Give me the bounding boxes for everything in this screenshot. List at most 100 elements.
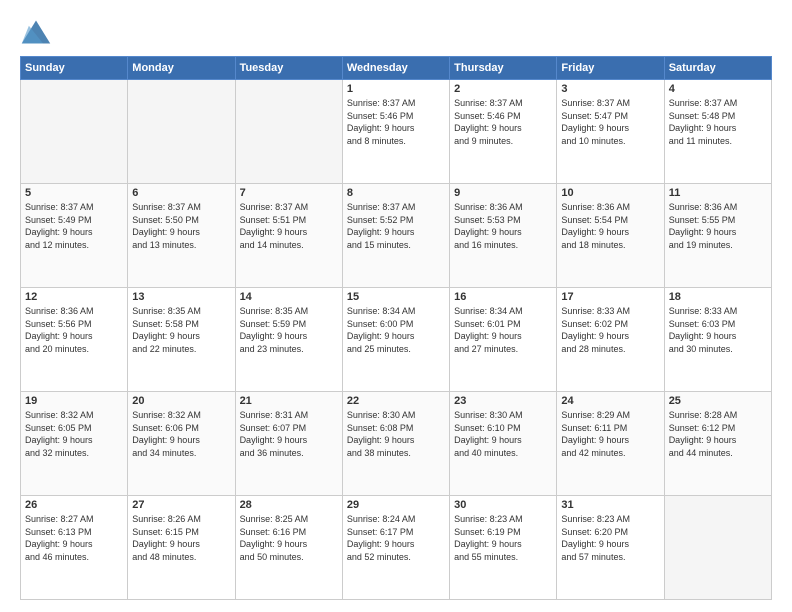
weekday-wednesday: Wednesday xyxy=(342,57,449,80)
day-number: 20 xyxy=(132,395,230,407)
day-number: 1 xyxy=(347,83,445,95)
calendar-cell: 19 Sunrise: 8:32 AM Sunset: 6:05 PM Dayli… xyxy=(21,392,128,496)
calendar-cell: 29 Sunrise: 8:24 AM Sunset: 6:17 PM Dayli… xyxy=(342,496,449,600)
weekday-thursday: Thursday xyxy=(450,57,557,80)
day-number: 26 xyxy=(25,499,123,511)
day-info: Sunrise: 8:27 AM Sunset: 6:13 PM Dayligh… xyxy=(25,513,123,563)
weekday-saturday: Saturday xyxy=(664,57,771,80)
calendar-table: SundayMondayTuesdayWednesdayThursdayFrid… xyxy=(20,56,772,600)
calendar-cell xyxy=(21,80,128,184)
calendar-cell: 25 Sunrise: 8:28 AM Sunset: 6:12 PM Dayli… xyxy=(664,392,771,496)
day-number: 29 xyxy=(347,499,445,511)
day-number: 18 xyxy=(669,291,767,303)
day-info: Sunrise: 8:31 AM Sunset: 6:07 PM Dayligh… xyxy=(240,409,338,459)
header xyxy=(20,18,772,46)
day-number: 30 xyxy=(454,499,552,511)
day-number: 6 xyxy=(132,187,230,199)
day-number: 25 xyxy=(669,395,767,407)
calendar-cell: 4 Sunrise: 8:37 AM Sunset: 5:48 PM Daylig… xyxy=(664,80,771,184)
weekday-header-row: SundayMondayTuesdayWednesdayThursdayFrid… xyxy=(21,57,772,80)
calendar-cell: 22Sunrise: 8:30 AM Sunset: 6:08 PM Dayli… xyxy=(342,392,449,496)
week-row-5: 26 Sunrise: 8:27 AM Sunset: 6:13 PM Dayli… xyxy=(21,496,772,600)
calendar-cell: 6 Sunrise: 8:37 AM Sunset: 5:50 PM Daylig… xyxy=(128,184,235,288)
day-number: 31 xyxy=(561,499,659,511)
calendar-cell: 28 Sunrise: 8:25 AM Sunset: 6:16 PM Dayli… xyxy=(235,496,342,600)
calendar-cell xyxy=(235,80,342,184)
day-info: Sunrise: 8:29 AM Sunset: 6:11 PM Dayligh… xyxy=(561,409,659,459)
day-info: Sunrise: 8:37 AM Sunset: 5:52 PM Dayligh… xyxy=(347,201,445,251)
calendar-cell xyxy=(128,80,235,184)
calendar-cell: 17Sunrise: 8:33 AM Sunset: 6:02 PM Dayli… xyxy=(557,288,664,392)
day-info: Sunrise: 8:26 AM Sunset: 6:15 PM Dayligh… xyxy=(132,513,230,563)
day-info: Sunrise: 8:37 AM Sunset: 5:47 PM Dayligh… xyxy=(561,97,659,147)
day-info: Sunrise: 8:37 AM Sunset: 5:48 PM Dayligh… xyxy=(669,97,767,147)
calendar-cell: 21 Sunrise: 8:31 AM Sunset: 6:07 PM Dayli… xyxy=(235,392,342,496)
day-number: 17 xyxy=(561,291,659,303)
day-number: 2 xyxy=(454,83,552,95)
day-info: Sunrise: 8:36 AM Sunset: 5:54 PM Dayligh… xyxy=(561,201,659,251)
day-number: 4 xyxy=(669,83,767,95)
calendar-cell: 24 Sunrise: 8:29 AM Sunset: 6:11 PM Dayli… xyxy=(557,392,664,496)
week-row-4: 19 Sunrise: 8:32 AM Sunset: 6:05 PM Dayli… xyxy=(21,392,772,496)
page: SundayMondayTuesdayWednesdayThursdayFrid… xyxy=(0,0,792,612)
calendar-cell: 10 Sunrise: 8:36 AM Sunset: 5:54 PM Dayli… xyxy=(557,184,664,288)
calendar-cell: 30 Sunrise: 8:23 AM Sunset: 6:19 PM Dayli… xyxy=(450,496,557,600)
day-number: 5 xyxy=(25,187,123,199)
weekday-tuesday: Tuesday xyxy=(235,57,342,80)
calendar-cell: 26 Sunrise: 8:27 AM Sunset: 6:13 PM Dayli… xyxy=(21,496,128,600)
day-number: 7 xyxy=(240,187,338,199)
day-number: 19 xyxy=(25,395,123,407)
day-info: Sunrise: 8:35 AM Sunset: 5:59 PM Dayligh… xyxy=(240,305,338,355)
day-number: 11 xyxy=(669,187,767,199)
day-number: 15 xyxy=(347,291,445,303)
day-number: 9 xyxy=(454,187,552,199)
day-number: 28 xyxy=(240,499,338,511)
day-number: 16 xyxy=(454,291,552,303)
week-row-1: 1 Sunrise: 8:37 AM Sunset: 5:46 PM Daylig… xyxy=(21,80,772,184)
day-info: Sunrise: 8:24 AM Sunset: 6:17 PM Dayligh… xyxy=(347,513,445,563)
day-number: 22 xyxy=(347,395,445,407)
day-info: Sunrise: 8:37 AM Sunset: 5:51 PM Dayligh… xyxy=(240,201,338,251)
calendar-cell: 27 Sunrise: 8:26 AM Sunset: 6:15 PM Dayli… xyxy=(128,496,235,600)
day-number: 10 xyxy=(561,187,659,199)
calendar-cell: 11 Sunrise: 8:36 AM Sunset: 5:55 PM Dayli… xyxy=(664,184,771,288)
calendar-cell: 31 Sunrise: 8:23 AM Sunset: 6:20 PM Dayli… xyxy=(557,496,664,600)
calendar-cell: 23Sunrise: 8:30 AM Sunset: 6:10 PM Dayli… xyxy=(450,392,557,496)
day-info: Sunrise: 8:33 AM Sunset: 6:03 PM Dayligh… xyxy=(669,305,767,355)
calendar-cell: 3 Sunrise: 8:37 AM Sunset: 5:47 PM Daylig… xyxy=(557,80,664,184)
day-number: 8 xyxy=(347,187,445,199)
logo xyxy=(20,18,56,46)
week-row-2: 5Sunrise: 8:37 AM Sunset: 5:49 PM Daylig… xyxy=(21,184,772,288)
day-info: Sunrise: 8:37 AM Sunset: 5:46 PM Dayligh… xyxy=(347,97,445,147)
calendar-cell xyxy=(664,496,771,600)
calendar-cell: 13Sunrise: 8:35 AM Sunset: 5:58 PM Dayli… xyxy=(128,288,235,392)
calendar-cell: 18 Sunrise: 8:33 AM Sunset: 6:03 PM Dayli… xyxy=(664,288,771,392)
day-info: Sunrise: 8:25 AM Sunset: 6:16 PM Dayligh… xyxy=(240,513,338,563)
day-number: 24 xyxy=(561,395,659,407)
day-info: Sunrise: 8:32 AM Sunset: 6:06 PM Dayligh… xyxy=(132,409,230,459)
day-info: Sunrise: 8:32 AM Sunset: 6:05 PM Dayligh… xyxy=(25,409,123,459)
week-row-3: 12Sunrise: 8:36 AM Sunset: 5:56 PM Dayli… xyxy=(21,288,772,392)
day-number: 21 xyxy=(240,395,338,407)
calendar-cell: 15Sunrise: 8:34 AM Sunset: 6:00 PM Dayli… xyxy=(342,288,449,392)
calendar-cell: 14Sunrise: 8:35 AM Sunset: 5:59 PM Dayli… xyxy=(235,288,342,392)
day-info: Sunrise: 8:23 AM Sunset: 6:19 PM Dayligh… xyxy=(454,513,552,563)
day-info: Sunrise: 8:37 AM Sunset: 5:46 PM Dayligh… xyxy=(454,97,552,147)
calendar-cell: 12Sunrise: 8:36 AM Sunset: 5:56 PM Dayli… xyxy=(21,288,128,392)
calendar-cell: 8 Sunrise: 8:37 AM Sunset: 5:52 PM Daylig… xyxy=(342,184,449,288)
day-number: 23 xyxy=(454,395,552,407)
day-number: 3 xyxy=(561,83,659,95)
calendar-cell: 20 Sunrise: 8:32 AM Sunset: 6:06 PM Dayli… xyxy=(128,392,235,496)
day-number: 27 xyxy=(132,499,230,511)
day-info: Sunrise: 8:23 AM Sunset: 6:20 PM Dayligh… xyxy=(561,513,659,563)
day-info: Sunrise: 8:34 AM Sunset: 6:01 PM Dayligh… xyxy=(454,305,552,355)
day-info: Sunrise: 8:28 AM Sunset: 6:12 PM Dayligh… xyxy=(669,409,767,459)
day-info: Sunrise: 8:37 AM Sunset: 5:50 PM Dayligh… xyxy=(132,201,230,251)
day-info: Sunrise: 8:36 AM Sunset: 5:53 PM Dayligh… xyxy=(454,201,552,251)
weekday-monday: Monday xyxy=(128,57,235,80)
day-number: 13 xyxy=(132,291,230,303)
day-info: Sunrise: 8:36 AM Sunset: 5:56 PM Dayligh… xyxy=(25,305,123,355)
calendar-cell: 7 Sunrise: 8:37 AM Sunset: 5:51 PM Daylig… xyxy=(235,184,342,288)
day-info: Sunrise: 8:36 AM Sunset: 5:55 PM Dayligh… xyxy=(669,201,767,251)
calendar-cell: 9 Sunrise: 8:36 AM Sunset: 5:53 PM Daylig… xyxy=(450,184,557,288)
